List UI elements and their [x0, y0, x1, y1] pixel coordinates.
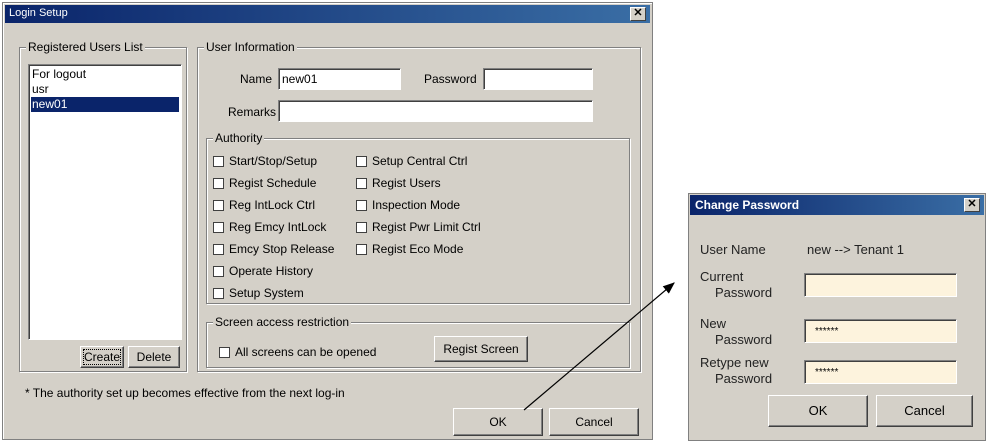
screen-access-legend: Screen access restriction	[213, 315, 352, 329]
regist-eco-mode-label: Regist Eco Mode	[372, 242, 464, 256]
setup-system-checkbox[interactable]	[213, 288, 224, 299]
cancel-button[interactable]: Cancel	[549, 408, 639, 436]
remarks-field[interactable]	[278, 100, 593, 122]
current-password-label-2: Password	[715, 285, 773, 300]
start-stop-setup-label: Start/Stop/Setup	[229, 154, 318, 168]
registered-users-legend: Registered Users List	[26, 40, 145, 54]
create-button[interactable]: Create	[80, 346, 124, 368]
authority-group: Authority Start/Stop/Setup Regist Schedu…	[206, 131, 630, 304]
regist-eco-mode-checkbox[interactable]	[356, 244, 367, 255]
current-password-field[interactable]	[804, 273, 957, 297]
list-item[interactable]: usr	[31, 82, 179, 97]
remarks-label: Remarks	[228, 105, 277, 119]
regist-pwr-limit-ctrl-checkbox[interactable]	[356, 222, 367, 233]
retype-password-label-2: Password	[715, 371, 773, 386]
regist-screen-button[interactable]: Regist Screen	[434, 336, 528, 362]
user-name-label: User Name	[700, 242, 766, 257]
dialog-title: Change Password	[695, 198, 800, 212]
ok-button[interactable]: OK	[453, 408, 543, 436]
window-title: Login Setup	[9, 7, 68, 19]
name-field[interactable]: new01	[278, 68, 401, 90]
retype-password-field[interactable]: ******	[804, 360, 957, 384]
inspection-mode-checkbox[interactable]	[356, 200, 367, 211]
inspection-mode-label: Inspection Mode	[372, 198, 461, 212]
delete-label: Delete	[136, 350, 172, 364]
close-icon[interactable]: ✕	[630, 7, 646, 21]
operate-history-label: Operate History	[229, 264, 314, 278]
name-value: new01	[282, 72, 318, 86]
dialog-title-bar: Change Password ✕	[690, 195, 984, 215]
new-password-label-1: New	[700, 316, 727, 331]
dialog-ok-label: OK	[808, 403, 828, 418]
dialog-cancel-label: Cancel	[904, 403, 945, 418]
dialog-ok-button[interactable]: OK	[768, 395, 868, 427]
user-information-legend: User Information	[204, 40, 297, 54]
regist-screen-label: Regist Screen	[443, 342, 519, 356]
regist-users-label: Regist Users	[372, 176, 441, 190]
new-password-label-2: Password	[715, 332, 773, 347]
list-item-selected[interactable]: new01	[31, 97, 179, 112]
list-item[interactable]: For logout	[31, 67, 179, 82]
all-screens-label: All screens can be opened	[235, 345, 377, 359]
login-setup-window: Login Setup ✕ Registered Users List For …	[2, 2, 653, 440]
start-stop-setup-checkbox[interactable]	[213, 156, 224, 167]
authority-legend: Authority	[213, 131, 265, 145]
regist-schedule-label: Regist Schedule	[229, 176, 317, 190]
setup-central-ctrl-checkbox[interactable]	[356, 156, 367, 167]
ok-label: OK	[489, 415, 507, 429]
new-password-field[interactable]: ******	[804, 319, 957, 343]
reg-emcy-intlock-checkbox[interactable]	[213, 222, 224, 233]
all-screens-checkbox[interactable]	[219, 347, 230, 358]
user-name-value: new --> Tenant 1	[807, 242, 904, 257]
user-information-group: User Information Name new01 Password Rem…	[197, 40, 641, 372]
operate-history-checkbox[interactable]	[213, 266, 224, 277]
setup-central-ctrl-label: Setup Central Ctrl	[372, 154, 468, 168]
regist-users-checkbox[interactable]	[356, 178, 367, 189]
users-list[interactable]: For logout usr new01	[28, 64, 182, 340]
emcy-stop-release-label: Emcy Stop Release	[229, 242, 335, 256]
reg-intlock-ctrl-checkbox[interactable]	[213, 200, 224, 211]
setup-system-label: Setup System	[229, 286, 304, 300]
retype-password-label-1: Retype new	[700, 355, 769, 370]
dialog-close-icon[interactable]: ✕	[964, 198, 980, 212]
registered-users-group: Registered Users List For logout usr new…	[19, 40, 187, 372]
create-label: Create	[83, 350, 121, 364]
effective-note: * The authority set up becomes effective…	[25, 386, 345, 400]
change-password-dialog: Change Password ✕ User Name new --> Tena…	[688, 193, 986, 441]
dialog-cancel-button[interactable]: Cancel	[876, 395, 973, 427]
reg-intlock-ctrl-label: Reg IntLock Ctrl	[229, 198, 316, 212]
current-password-label-1: Current	[700, 269, 744, 284]
emcy-stop-release-checkbox[interactable]	[213, 244, 224, 255]
regist-schedule-checkbox[interactable]	[213, 178, 224, 189]
cancel-label: Cancel	[575, 415, 613, 429]
delete-button[interactable]: Delete	[128, 346, 180, 368]
regist-pwr-limit-ctrl-label: Regist Pwr Limit Ctrl	[372, 220, 481, 234]
password-field[interactable]	[483, 68, 593, 90]
reg-emcy-intlock-label: Reg Emcy IntLock	[229, 220, 327, 234]
name-label: Name	[240, 72, 273, 86]
screen-access-group: Screen access restriction All screens ca…	[206, 315, 630, 368]
title-bar: Login Setup ✕	[5, 5, 650, 23]
password-label: Password	[424, 72, 477, 86]
